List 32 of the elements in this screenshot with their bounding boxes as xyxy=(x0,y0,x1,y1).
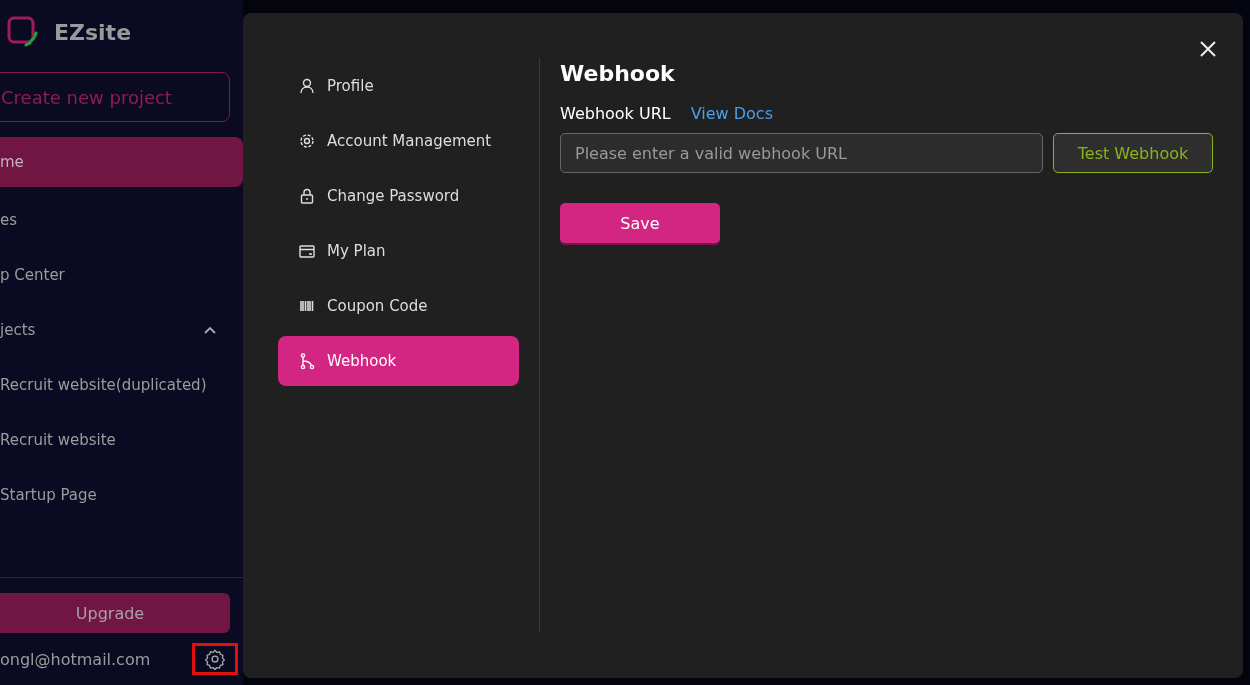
webhook-url-field[interactable]: Please enter a valid webhook URL xyxy=(560,133,1043,173)
person-icon xyxy=(298,77,316,95)
nav-item[interactable]: p Center xyxy=(0,247,243,302)
nav-item[interactable]: es xyxy=(0,192,243,247)
account-email: ongl@hotmail.com xyxy=(0,649,151,669)
logo-icon xyxy=(6,15,40,49)
lock-icon xyxy=(298,187,316,205)
save-button[interactable]: Save xyxy=(560,203,720,243)
dialog-title: Webhook xyxy=(560,61,676,86)
project-item[interactable]: Startup Page xyxy=(0,467,243,522)
settings-icon xyxy=(204,648,226,670)
close-icon[interactable] xyxy=(1199,40,1217,58)
test-webhook-button[interactable]: Test Webhook xyxy=(1053,133,1213,173)
project-item[interactable]: Recruit website xyxy=(0,412,243,467)
settings-button[interactable] xyxy=(192,643,238,675)
view-docs-link[interactable]: View Docs xyxy=(690,104,773,123)
gear-icon xyxy=(298,132,316,150)
settings-menu-item[interactable]: Webhook xyxy=(278,336,519,386)
nav-item[interactable]: me xyxy=(0,137,243,187)
settings-menu-item[interactable]: My Plan xyxy=(278,226,519,276)
card-icon xyxy=(298,242,316,260)
settings-menu-item[interactable]: Account Management xyxy=(278,116,519,166)
settings-menu-item[interactable]: Coupon Code xyxy=(278,281,519,331)
settings-menu-item[interactable]: Profile xyxy=(278,61,519,111)
settings-menu-item[interactable]: Change Password xyxy=(278,171,519,221)
upgrade-button[interactable]: Upgrade xyxy=(0,593,230,633)
webhook-icon xyxy=(298,352,316,370)
project-item[interactable]: Recruit website(duplicated) xyxy=(0,357,243,412)
nav-item[interactable]: jects xyxy=(0,302,243,357)
chevron-icon[interactable] xyxy=(203,324,217,335)
brand-name: EZsite xyxy=(54,19,132,45)
field-label: Webhook URL xyxy=(560,104,671,123)
